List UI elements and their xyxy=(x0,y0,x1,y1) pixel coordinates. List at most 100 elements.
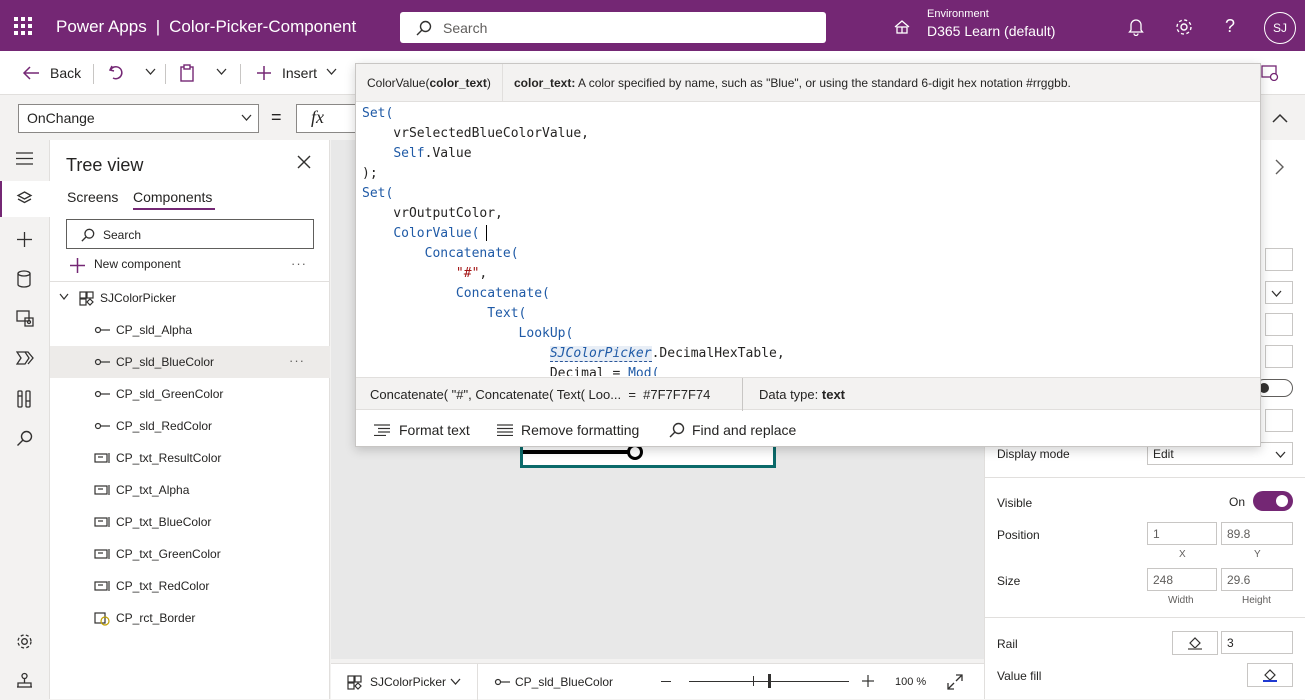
size-width-input[interactable]: 248 xyxy=(1147,568,1217,591)
virtual-agent-icon[interactable] xyxy=(16,672,33,689)
insert-button[interactable]: Insert xyxy=(282,65,317,81)
app-header: Power Apps | Color-Picker-Component Search… xyxy=(0,0,1305,51)
divider xyxy=(985,477,1305,478)
insert-plus-icon[interactable] xyxy=(256,65,272,81)
product-name[interactable]: Power Apps xyxy=(56,17,147,36)
tree-item[interactable]: CP_txt_Alpha xyxy=(50,474,330,506)
tab-components[interactable]: Components xyxy=(133,189,212,205)
advanced-tools-icon[interactable] xyxy=(16,390,32,408)
value-fill-color-picker[interactable] xyxy=(1247,663,1293,687)
insert-plus-rail-icon[interactable] xyxy=(16,231,33,248)
more-options-icon[interactable]: ··· xyxy=(291,256,307,271)
notifications-bell-icon[interactable] xyxy=(1128,18,1144,36)
position-y-input[interactable]: 89.8 xyxy=(1221,522,1293,545)
slider-icon xyxy=(494,678,510,686)
tree-item[interactable]: CP_sld_Alpha xyxy=(50,314,330,346)
left-nav-rail xyxy=(0,140,50,699)
property-dropdown-field[interactable] xyxy=(1265,281,1293,304)
tree-search-input[interactable]: Search xyxy=(66,219,314,249)
size-height-input[interactable]: 29.6 xyxy=(1221,568,1293,591)
settings-rail-gear-icon[interactable] xyxy=(16,633,33,650)
chevron-down-icon[interactable] xyxy=(450,678,461,685)
new-component-button[interactable]: New component xyxy=(94,257,181,271)
power-automate-icon[interactable] xyxy=(16,350,34,366)
back-button[interactable]: Back xyxy=(50,65,81,81)
tree-item[interactable]: CP_txt_BlueColor xyxy=(50,506,330,538)
tree-item[interactable]: CP_sld_BlueColor ··· xyxy=(50,346,330,378)
visible-toggle[interactable] xyxy=(1253,491,1293,511)
new-component-plus-icon[interactable] xyxy=(70,258,85,273)
tree-item-label: CP_sld_GreenColor xyxy=(116,387,224,401)
formula-format-bar: Format text Remove formatting Find and r… xyxy=(356,410,1260,447)
zoom-slider-thumb[interactable] xyxy=(768,674,771,688)
tree-view-layers-icon[interactable] xyxy=(16,190,33,207)
status-component-selector[interactable]: SJColorPicker xyxy=(370,675,446,689)
code-line: Concatenate( xyxy=(362,244,1258,264)
close-icon[interactable] xyxy=(297,155,311,169)
fit-to-window-icon[interactable] xyxy=(947,674,963,690)
rail-color-picker[interactable] xyxy=(1172,631,1218,655)
rail-thickness-input[interactable]: 3 xyxy=(1221,631,1293,654)
slider-icon xyxy=(94,326,110,334)
search-rail-icon[interactable] xyxy=(16,430,33,447)
tree-item[interactable]: CP_txt_RedColor xyxy=(50,570,330,602)
property-field[interactable] xyxy=(1265,409,1293,432)
position-x-input[interactable]: 1 xyxy=(1147,522,1217,545)
tree-node-label: SJColorPicker xyxy=(100,291,177,305)
tree-search-placeholder: Search xyxy=(103,228,142,242)
property-dropdown[interactable]: OnChange xyxy=(18,104,259,133)
chevron-down-icon[interactable] xyxy=(59,293,69,300)
global-search-input[interactable]: Search xyxy=(400,12,826,43)
data-type: Data type: text xyxy=(759,387,846,402)
remove-formatting-button[interactable]: Remove formatting xyxy=(521,422,639,438)
property-field[interactable] xyxy=(1265,345,1293,368)
hamburger-menu-icon[interactable] xyxy=(16,152,33,165)
code-line: Set( xyxy=(362,184,1258,204)
environment-name[interactable]: D365 Learn (default) xyxy=(927,23,1055,39)
tab-screens[interactable]: Screens xyxy=(67,189,118,205)
undo-dropdown-chevron-icon[interactable] xyxy=(145,68,156,75)
slider-icon xyxy=(94,358,110,366)
data-cylinder-icon[interactable] xyxy=(16,270,32,288)
tree-item-label: CP_sld_BlueColor xyxy=(116,355,215,369)
chevron-right-icon[interactable] xyxy=(1275,159,1284,175)
fx-function-button[interactable]: fx xyxy=(296,104,356,133)
insert-dropdown-chevron-icon[interactable] xyxy=(326,68,337,75)
settings-gear-icon[interactable] xyxy=(1175,18,1193,36)
code-token: vrSelectedBlueColorValue, xyxy=(362,126,589,141)
property-field[interactable] xyxy=(1265,313,1293,336)
paste-dropdown-chevron-icon[interactable] xyxy=(216,68,227,75)
paste-clipboard-icon[interactable] xyxy=(179,64,195,82)
property-dropdown-value: OnChange xyxy=(27,110,95,126)
help-question-icon[interactable]: ? xyxy=(1225,16,1235,37)
collapse-formula-chevron-icon[interactable] xyxy=(1272,113,1288,123)
user-avatar[interactable]: SJ xyxy=(1264,12,1296,44)
slider-value-fill xyxy=(523,450,633,454)
undo-icon[interactable] xyxy=(108,64,124,82)
app-launcher-icon[interactable] xyxy=(14,17,32,35)
tree-item[interactable]: CP_sld_GreenColor xyxy=(50,378,330,410)
find-and-replace-button[interactable]: Find and replace xyxy=(692,422,796,438)
tree-item[interactable]: CP_rct_Border xyxy=(50,602,330,634)
property-field[interactable] xyxy=(1265,248,1293,271)
search-placeholder: Search xyxy=(443,20,488,36)
play-preview-icon[interactable] xyxy=(1261,65,1279,81)
formula-code-editor[interactable]: Set( vrSelectedBlueColorValue, Self.Valu… xyxy=(362,104,1258,376)
environment-icon[interactable] xyxy=(893,18,911,36)
zoom-in-icon[interactable] xyxy=(862,675,874,687)
media-icon[interactable] xyxy=(16,310,34,327)
tree-item[interactable]: CP_txt_ResultColor xyxy=(50,442,330,474)
size-height-label: Height xyxy=(1242,595,1271,606)
status-control-name[interactable]: CP_sld_BlueColor xyxy=(515,675,613,689)
result-expression: Concatenate( "#", Concatenate( Text( Loo… xyxy=(370,387,711,402)
format-text-button[interactable]: Format text xyxy=(399,422,470,438)
tree-item[interactable]: CP_sld_RedColor xyxy=(50,410,330,442)
tree-node-component[interactable]: SJColorPicker xyxy=(50,282,330,314)
back-arrow-icon[interactable] xyxy=(22,65,40,81)
zoom-out-icon[interactable] xyxy=(661,681,671,682)
more-options-icon[interactable]: ··· xyxy=(289,353,305,368)
tree-item[interactable]: CP_txt_GreenColor xyxy=(50,538,330,570)
